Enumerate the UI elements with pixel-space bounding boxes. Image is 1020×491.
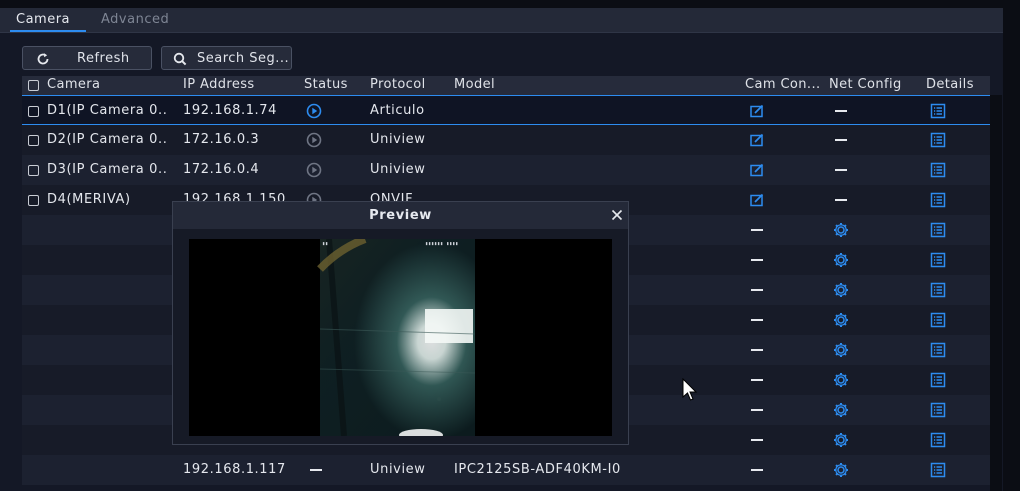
- preview-title: Preview: [369, 208, 432, 223]
- gear-icon[interactable]: [833, 402, 849, 418]
- cam-config-dash: [751, 469, 763, 471]
- window-edge: [1003, 8, 1020, 491]
- list-icon[interactable]: [930, 252, 946, 268]
- cam-config-dash: [751, 409, 763, 411]
- camera-name-cell: D4(MERIVA): [47, 192, 131, 207]
- preview-video[interactable]: ▮▮ ▮▮▮▮▮▮ ▮▮▮▮: [189, 239, 612, 436]
- table-scrollbar[interactable]: [990, 95, 1002, 491]
- camera-name-cell: D1(IP Camera 0..: [47, 103, 168, 118]
- video-osd-left: ▮▮: [322, 241, 329, 247]
- table-row[interactable]: D3(IP Camera 0.. 172.16.0.4 Uniview: [22, 155, 990, 185]
- table-row[interactable]: D2(IP Camera 0.. 172.16.0.3 Uniview: [22, 125, 990, 155]
- preview-body: ▮▮ ▮▮▮▮▮▮ ▮▮▮▮: [173, 229, 628, 444]
- camera-name-cell: D3(IP Camera 0..: [47, 162, 168, 177]
- list-icon[interactable]: [930, 162, 946, 178]
- status-online-icon[interactable]: [306, 103, 322, 119]
- tab-bar: Camera Advanced: [0, 8, 1020, 33]
- column-header-cam-config[interactable]: Cam Con...: [745, 77, 821, 92]
- protocol-cell: Uniview: [370, 132, 426, 147]
- search-segment-label: Search Seg...: [197, 51, 290, 66]
- gear-icon[interactable]: [833, 462, 849, 478]
- camera-feed-image: [189, 239, 612, 436]
- protocol-cell: Articulo: [370, 103, 425, 118]
- list-icon[interactable]: [930, 432, 946, 448]
- edit-icon[interactable]: [749, 192, 765, 208]
- cam-config-dash: [751, 259, 763, 261]
- camera-name-cell: D2(IP Camera 0..: [47, 132, 168, 147]
- edit-icon[interactable]: [749, 103, 765, 119]
- row-checkbox[interactable]: [28, 165, 39, 176]
- column-header-protocol[interactable]: Protocol: [370, 77, 426, 92]
- mouse-pointer-icon: [682, 377, 698, 406]
- list-icon[interactable]: [930, 103, 946, 119]
- column-header-camera[interactable]: Camera: [47, 77, 100, 92]
- ip-address-cell: 192.168.1.117: [183, 462, 286, 477]
- gear-icon[interactable]: [833, 282, 849, 298]
- search-segment-button[interactable]: Search Seg...: [161, 46, 292, 70]
- table-row[interactable]: D1(IP Camera 0.. 192.168.1.74 Articulo: [22, 95, 990, 125]
- edit-icon[interactable]: [749, 162, 765, 178]
- list-icon[interactable]: [930, 192, 946, 208]
- list-icon[interactable]: [930, 312, 946, 328]
- ip-address-cell: 172.16.0.4: [183, 162, 260, 177]
- row-checkbox[interactable]: [28, 106, 39, 117]
- gear-icon[interactable]: [833, 372, 849, 388]
- edit-icon[interactable]: [749, 132, 765, 148]
- column-header-status[interactable]: Status: [304, 77, 348, 92]
- ip-address-cell: 172.16.0.3: [183, 132, 260, 147]
- status-dash: [310, 469, 322, 471]
- net-config-dash: [835, 169, 847, 171]
- refresh-icon: [36, 52, 50, 66]
- protocol-cell: Uniview: [370, 162, 426, 177]
- protocol-cell: Uniview: [370, 462, 426, 477]
- status-offline-icon[interactable]: [306, 162, 322, 178]
- column-header-details[interactable]: Details: [926, 77, 974, 92]
- column-header-net-config[interactable]: Net Config: [829, 77, 902, 92]
- cam-config-dash: [751, 289, 763, 291]
- cam-config-dash: [751, 379, 763, 381]
- gear-icon[interactable]: [833, 252, 849, 268]
- list-icon[interactable]: [930, 222, 946, 238]
- gear-icon[interactable]: [833, 312, 849, 328]
- net-config-dash: [835, 139, 847, 141]
- model-cell: IPC2125SB-ADF40KM-I0: [454, 462, 621, 477]
- status-offline-icon[interactable]: [306, 132, 322, 148]
- refresh-button[interactable]: Refresh: [22, 46, 152, 70]
- cam-config-dash: [751, 439, 763, 441]
- net-config-dash: [835, 199, 847, 201]
- ip-address-cell: 192.168.1.74: [183, 103, 278, 118]
- column-header-ip-address[interactable]: IP Address: [183, 77, 255, 92]
- gear-icon[interactable]: [833, 342, 849, 358]
- cam-config-dash: [751, 349, 763, 351]
- tab-advanced[interactable]: Advanced: [101, 12, 169, 27]
- list-icon[interactable]: [930, 372, 946, 388]
- top-strip: [0, 0, 1020, 8]
- gear-icon[interactable]: [833, 222, 849, 238]
- video-osd-right: ▮▮▮▮▮▮ ▮▮▮▮: [425, 241, 459, 247]
- close-icon[interactable]: [609, 207, 625, 223]
- preview-dialog: Preview ▮▮ ▮▮▮▮▮▮ ▮▮▮▮: [172, 201, 629, 445]
- search-icon: [173, 52, 187, 66]
- select-all-checkbox[interactable]: [28, 80, 39, 91]
- list-icon[interactable]: [930, 402, 946, 418]
- list-icon[interactable]: [930, 342, 946, 358]
- refresh-button-label: Refresh: [77, 51, 130, 66]
- row-checkbox[interactable]: [28, 135, 39, 146]
- cam-config-dash: [751, 319, 763, 321]
- table-header: Camera IP Address Status Protocol Model …: [22, 76, 990, 95]
- list-icon[interactable]: [930, 462, 946, 478]
- row-checkbox[interactable]: [28, 195, 39, 206]
- gear-icon[interactable]: [833, 432, 849, 448]
- active-tab-indicator: [10, 30, 86, 32]
- net-config-dash: [835, 110, 847, 112]
- tab-camera[interactable]: Camera: [16, 12, 70, 27]
- list-icon[interactable]: [930, 282, 946, 298]
- cam-config-dash: [751, 229, 763, 231]
- table-row[interactable]: 192.168.1.117 Uniview IPC2125SB-ADF40KM-I0: [22, 455, 990, 485]
- list-icon[interactable]: [930, 132, 946, 148]
- column-header-model[interactable]: Model: [454, 77, 495, 92]
